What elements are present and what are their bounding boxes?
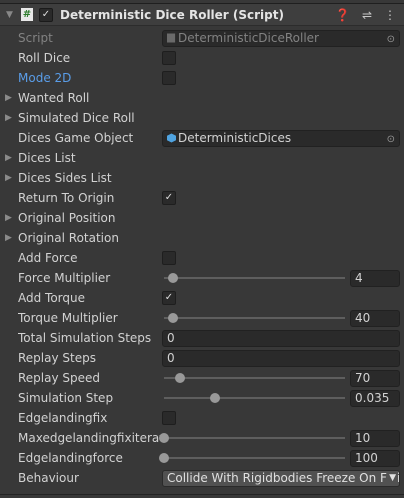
property-dices-sides-list: ▶ Dices Sides List (0, 168, 404, 188)
edgelandingfix-checkbox[interactable] (162, 411, 176, 425)
foldout-arrow-icon[interactable]: ▶ (5, 173, 12, 183)
property-label: Wanted Roll (18, 91, 90, 105)
dropdown-value: Collide With Rigidbodies Freeze On Fini (167, 471, 400, 485)
property-label: Mode 2D (18, 71, 72, 85)
divider (0, 494, 404, 495)
component-enabled-checkbox[interactable]: ✓ (39, 7, 53, 22)
property-simulation-step: Simulation Step 0.035 (0, 388, 404, 408)
property-dices-game-object: Dices Game Object DeterministicDices ⊙ (0, 128, 404, 148)
mode-2d-checkbox[interactable] (162, 71, 176, 85)
help-icon[interactable]: ❓ (335, 8, 350, 22)
property-label: Original Position (18, 211, 116, 225)
foldout-arrow-icon[interactable]: ▶ (5, 153, 12, 163)
slider-thumb[interactable] (159, 453, 169, 463)
property-label: Behaviour (18, 471, 79, 485)
property-wanted-roll: ▶ Wanted Roll (0, 88, 404, 108)
component-header[interactable]: ▼ # ✓ Deterministic Dice Roller (Script)… (0, 4, 404, 26)
property-label: Force Multiplier (18, 271, 111, 285)
property-label: Dices List (18, 151, 76, 165)
component-title: Deterministic Dice Roller (Script) (60, 7, 284, 22)
property-add-torque: Add Torque ✓ (0, 288, 404, 308)
torque-multiplier-input[interactable]: 40 (350, 310, 400, 327)
replay-speed-slider[interactable] (164, 377, 345, 379)
add-torque-checkbox[interactable]: ✓ (162, 291, 176, 305)
property-label: Edgelandingforce (18, 451, 123, 465)
edgelandingforce-slider[interactable] (164, 457, 345, 459)
property-original-position: ▶ Original Position (0, 208, 404, 228)
maxedgelandingfixiteratic-slider[interactable] (164, 437, 345, 439)
add-force-checkbox[interactable] (162, 251, 176, 265)
object-name: DeterministicDiceRoller (178, 31, 319, 45)
roll-dice-checkbox[interactable] (162, 51, 176, 65)
property-simulated-dice-roll: ▶ Simulated Dice Roll (0, 108, 404, 128)
property-label: Simulation Step (18, 391, 114, 405)
property-return-to-origin: Return To Origin ✓ (0, 188, 404, 208)
property-behaviour: Behaviour Collide With Rigidbodies Freeze… (0, 468, 404, 488)
property-label: Replay Steps (18, 351, 96, 365)
property-label: Torque Multiplier (18, 311, 118, 325)
property-label: Simulated Dice Roll (18, 111, 135, 125)
prefab-icon (167, 131, 178, 145)
property-label: Roll Dice (18, 51, 71, 65)
replay-speed-input[interactable]: 70 (350, 370, 400, 387)
script-icon: # (21, 8, 33, 21)
property-torque-multiplier: Torque Multiplier 40 (0, 308, 404, 328)
dices-game-object-object-field[interactable]: DeterministicDices ⊙ (162, 130, 400, 147)
property-mode-2d: Mode 2D (0, 68, 404, 88)
property-label: Maxedgelandingfixiteratic (18, 431, 160, 445)
simulation-step-input[interactable]: 0.035 (350, 390, 400, 407)
property-label: Add Force (18, 251, 78, 265)
property-original-rotation: ▶ Original Rotation (0, 228, 404, 248)
slider-thumb[interactable] (209, 393, 220, 403)
replay-steps-input[interactable]: 0 (162, 350, 400, 367)
slider-thumb[interactable] (159, 433, 169, 443)
foldout-arrow-icon[interactable]: ▶ (5, 233, 12, 243)
behaviour-dropdown[interactable]: Collide With Rigidbodies Freeze On Fini ▼ (162, 470, 400, 487)
object-name: DeterministicDices (178, 131, 292, 145)
property-total-simulation-steps: Total Simulation Steps 0 (0, 328, 404, 348)
property-replay-steps: Replay Steps 0 (0, 348, 404, 368)
property-label: Replay Speed (18, 371, 101, 385)
property-edgelandingforce: Edgelandingforce 100 (0, 448, 404, 468)
foldout-arrow-icon[interactable]: ▶ (5, 113, 12, 123)
property-dices-list: ▶ Dices List (0, 148, 404, 168)
property-add-force: Add Force (0, 248, 404, 268)
more-icon[interactable]: ⋮ (384, 8, 396, 22)
total-simulation-steps-input[interactable]: 0 (162, 330, 400, 347)
foldout-arrow-icon[interactable]: ▼ (6, 10, 16, 20)
chevron-down-icon: ▼ (387, 471, 396, 486)
property-maxedgelandingfixiteratic: Maxedgelandingfixiteratic 10 (0, 428, 404, 448)
return-to-origin-checkbox[interactable]: ✓ (162, 191, 176, 205)
torque-multiplier-slider[interactable] (164, 317, 345, 319)
property-label: Original Rotation (18, 231, 119, 245)
property-label: Script (18, 31, 53, 45)
property-label: Return To Origin (18, 191, 115, 205)
simulation-step-slider[interactable] (164, 397, 345, 399)
presets-icon[interactable]: ⇌ (362, 8, 372, 22)
edgelandingforce-input[interactable]: 100 (350, 450, 400, 467)
property-force-multiplier: Force Multiplier 4 (0, 268, 404, 288)
force-multiplier-input[interactable]: 4 (350, 270, 400, 287)
property-label: Total Simulation Steps (18, 331, 152, 345)
property-label: Edgelandingfix (18, 411, 108, 425)
maxedgelandingfixiteratic-input[interactable]: 10 (350, 430, 400, 447)
object-picker-icon[interactable]: ⊙ (387, 32, 395, 46)
property-script: Script DeterministicDiceRoller ⊙ (0, 28, 404, 48)
slider-thumb[interactable] (168, 273, 179, 283)
foldout-arrow-icon[interactable]: ▶ (5, 213, 12, 223)
script-object-field[interactable]: DeterministicDiceRoller ⊙ (162, 30, 400, 47)
script-icon (167, 31, 178, 45)
property-label: Dices Game Object (18, 131, 134, 145)
slider-thumb[interactable] (168, 313, 179, 323)
slider-thumb[interactable] (175, 373, 186, 383)
force-multiplier-slider[interactable] (164, 277, 345, 279)
property-label: Dices Sides List (18, 171, 112, 185)
property-edgelandingfix: Edgelandingfix (0, 408, 404, 428)
property-roll-dice: Roll Dice (0, 48, 404, 68)
object-picker-icon[interactable]: ⊙ (387, 132, 395, 146)
foldout-arrow-icon[interactable]: ▶ (5, 93, 12, 103)
property-label: Add Torque (18, 291, 86, 305)
property-replay-speed: Replay Speed 70 (0, 368, 404, 388)
